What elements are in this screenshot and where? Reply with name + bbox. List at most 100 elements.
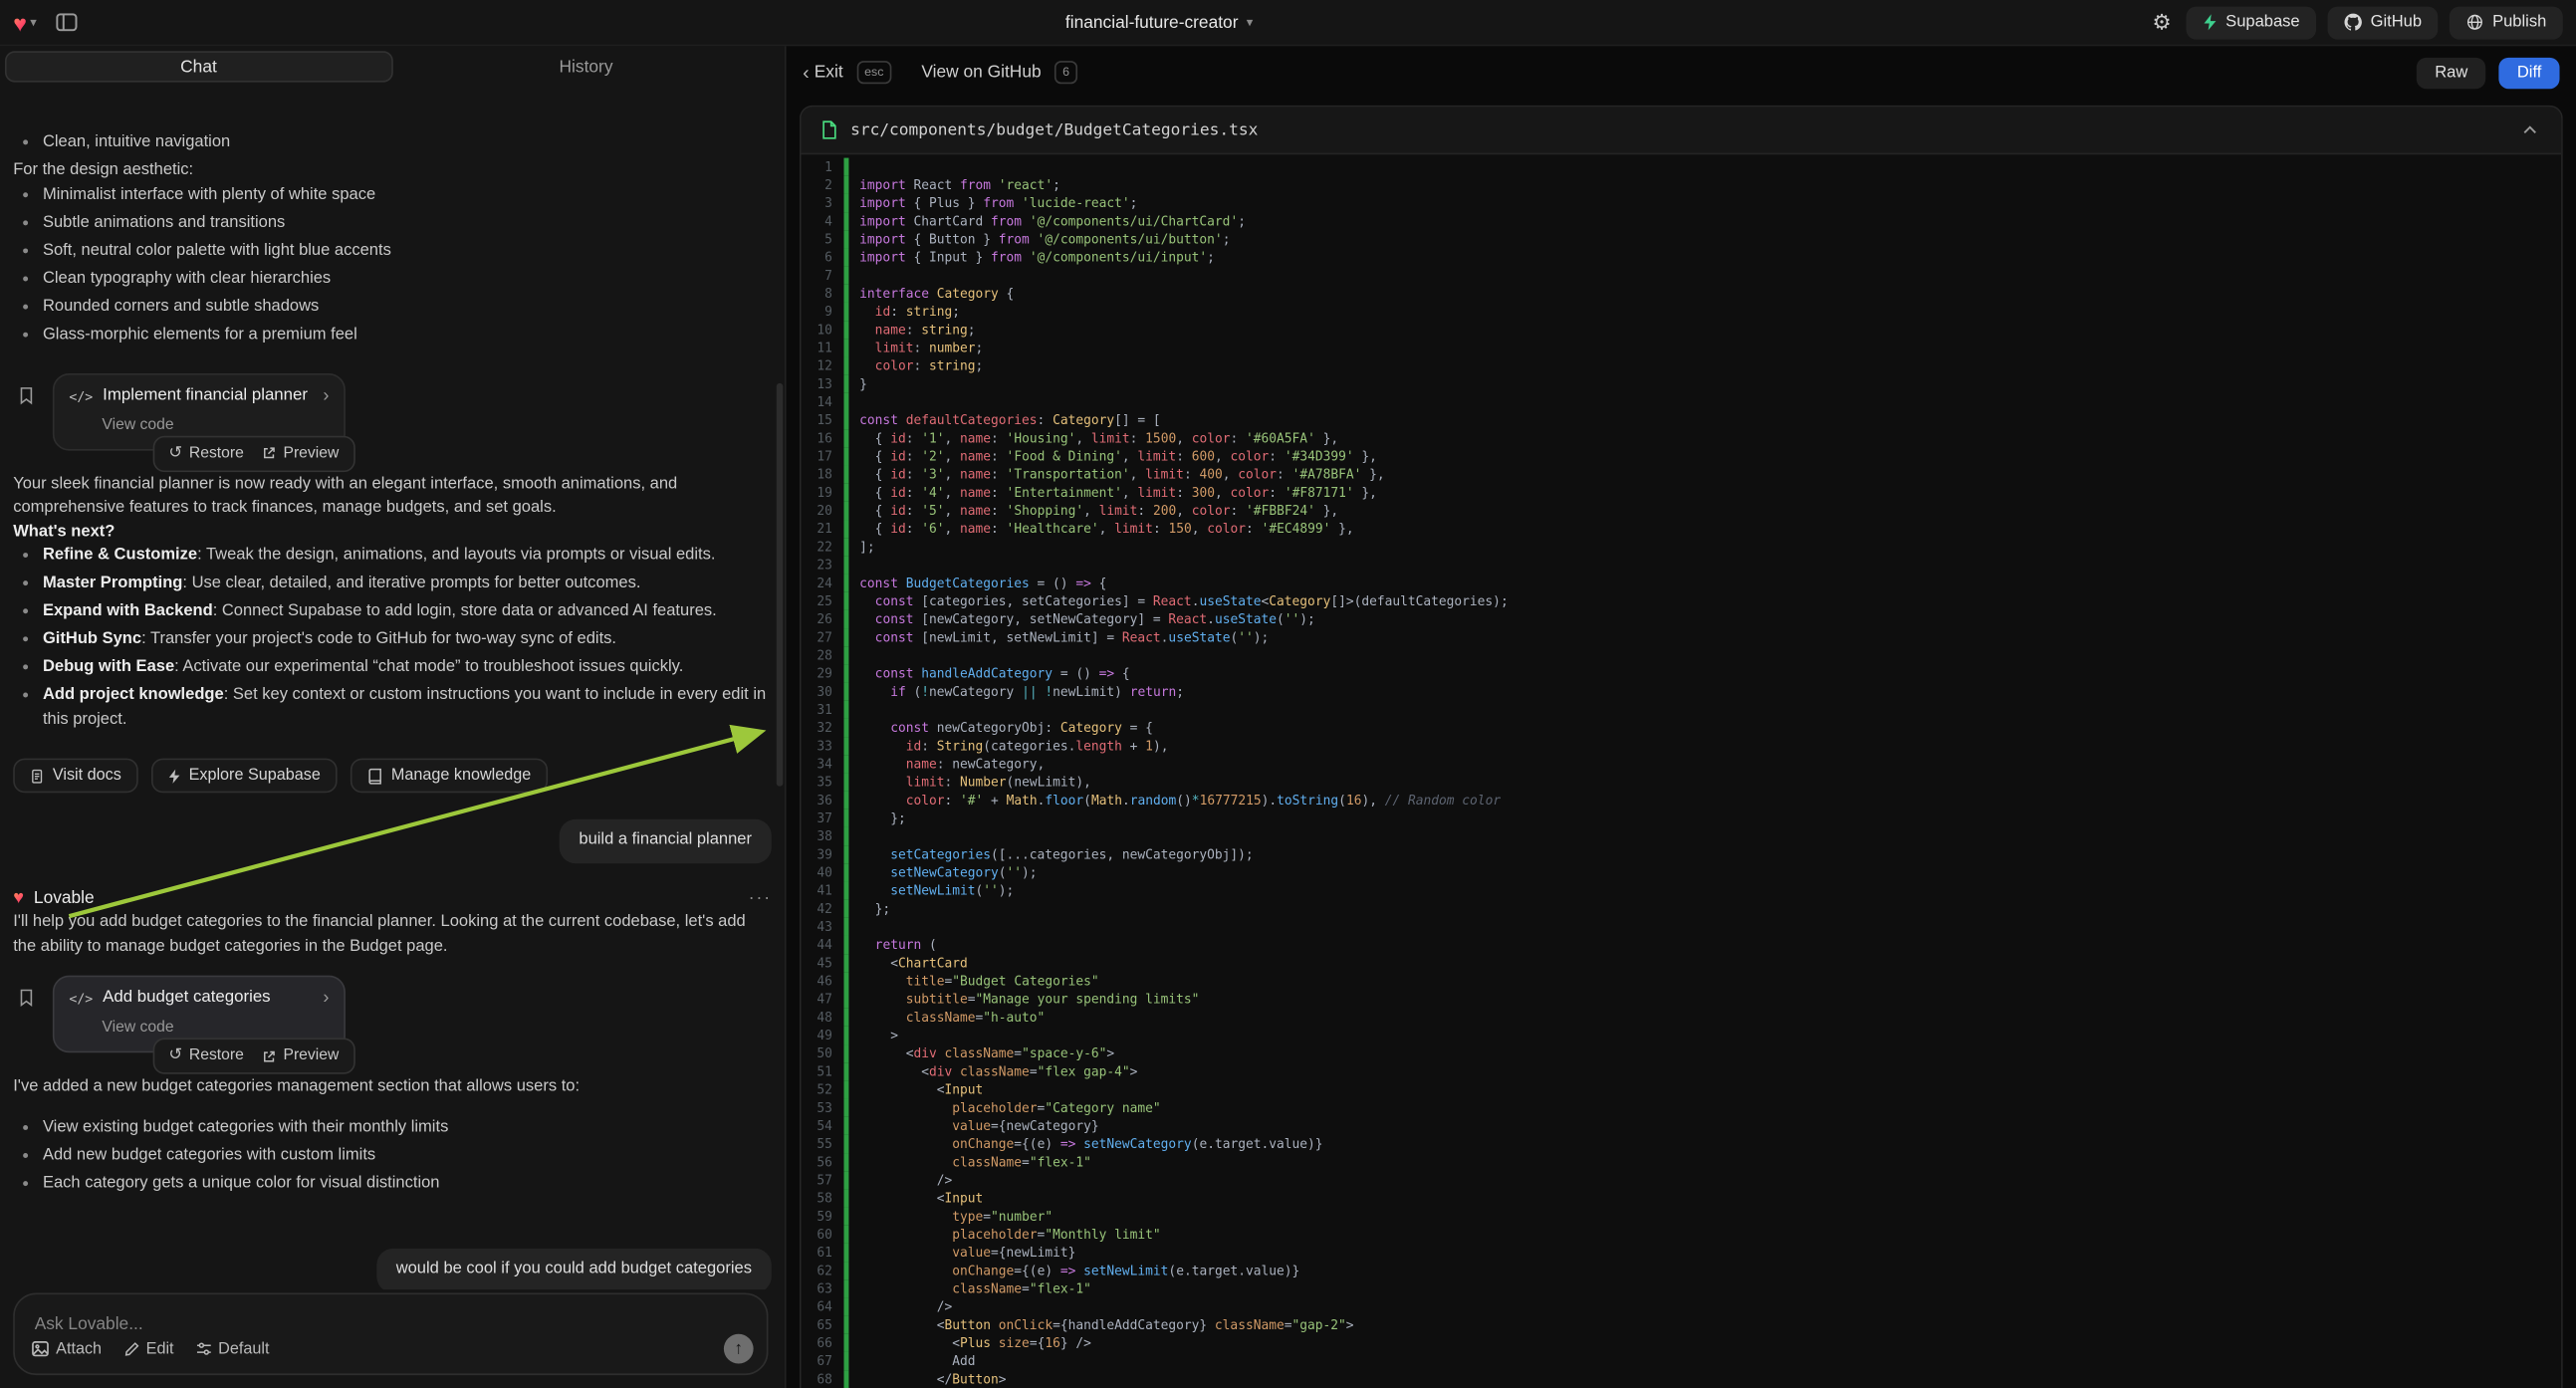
external-link-icon bbox=[262, 446, 277, 461]
assistant-name: Lovable bbox=[34, 886, 95, 911]
list-item: Add new budget categories with custom li… bbox=[43, 1144, 772, 1168]
list-item: Clean, intuitive navigation bbox=[43, 131, 772, 155]
diff-toggle-button[interactable]: Diff bbox=[2499, 57, 2560, 88]
visit-docs-button[interactable]: Visit docs bbox=[13, 759, 137, 794]
code-line: 44 return ( bbox=[802, 936, 2562, 954]
preview-button[interactable]: Preview bbox=[262, 442, 339, 465]
version-card-title: Implement financial planner bbox=[103, 385, 313, 409]
code-line: 9 id: string; bbox=[802, 303, 2562, 321]
view-on-github-link[interactable]: View on GitHub bbox=[921, 63, 1041, 83]
globe-icon bbox=[2466, 13, 2484, 31]
chevron-down-icon: ▾ bbox=[1247, 15, 1254, 30]
code-line: 42 }; bbox=[802, 900, 2562, 918]
code-line: 61 value={newLimit} bbox=[802, 1244, 2562, 1262]
whats-next-heading: What's next? bbox=[13, 521, 772, 545]
raw-toggle-button[interactable]: Raw bbox=[2417, 57, 2485, 88]
composer: Attach Edit Default ↑ bbox=[13, 1292, 768, 1375]
code-line: 40 setNewCategory(''); bbox=[802, 863, 2562, 881]
list-item: Add project knowledge: Set key context o… bbox=[43, 684, 772, 732]
list-item: Expand with Backend: Connect Supabase to… bbox=[43, 600, 772, 624]
list-item: Subtle animations and transitions bbox=[43, 211, 772, 235]
chat-tabs: Chat History bbox=[5, 51, 780, 82]
code-toolbar: ‹ Exit esc View on GitHub 6 Raw Diff bbox=[787, 46, 2576, 99]
view-code-link[interactable]: View code bbox=[102, 414, 329, 437]
code-panel: ‹ Exit esc View on GitHub 6 Raw Diff src… bbox=[787, 46, 2576, 1388]
preview-button[interactable]: Preview bbox=[262, 1044, 339, 1067]
list-item: Glass-morphic elements for a premium fee… bbox=[43, 324, 772, 347]
view-code-link[interactable]: View code bbox=[102, 1017, 329, 1040]
file-path: src/components/budget/BudgetCategories.t… bbox=[850, 120, 2505, 138]
tab-chat[interactable]: Chat bbox=[5, 51, 392, 82]
code-line: 12 color: string; bbox=[802, 356, 2562, 374]
publish-button[interactable]: Publish bbox=[2450, 6, 2563, 39]
project-switcher[interactable]: financial-future-creator ▾ bbox=[1065, 12, 1253, 32]
toggle-sidebar-button[interactable] bbox=[53, 10, 81, 35]
code-line: 50 <div className="space-y-6"> bbox=[802, 1044, 2562, 1062]
tab-history[interactable]: History bbox=[392, 51, 780, 82]
bookmark-icon[interactable] bbox=[17, 385, 37, 406]
list-item: Rounded corners and subtle shadows bbox=[43, 296, 772, 320]
app-window: ♥ ▾ financial-future-creator ▾ ⚙ Supabas… bbox=[0, 0, 2576, 1388]
code-line: 18 { id: '3', name: 'Transportation', li… bbox=[802, 466, 2562, 484]
code-line: 62 onChange={(e) => setNewLimit(e.target… bbox=[802, 1262, 2562, 1279]
list-item: View existing budget categories with the… bbox=[43, 1116, 772, 1140]
user-message-bubble: build a financial planner bbox=[560, 819, 772, 863]
version-card-title: Add budget categories bbox=[103, 988, 313, 1012]
gear-icon: ⚙ bbox=[2152, 9, 2171, 35]
code-line: 54 value={newCategory} bbox=[802, 1117, 2562, 1135]
attach-button[interactable]: Attach bbox=[31, 1340, 102, 1358]
restore-button[interactable]: ↺ Restore bbox=[168, 442, 243, 465]
code-line: 22]; bbox=[802, 538, 2562, 556]
external-link-icon bbox=[262, 1048, 277, 1063]
code-line: 34 name: newCategory, bbox=[802, 755, 2562, 773]
user-message: build a financial planner bbox=[13, 819, 772, 863]
code-line: 23 bbox=[802, 556, 2562, 574]
user-message-bubble: would be cool if you could add budget ca… bbox=[376, 1249, 772, 1289]
code-line: 56 className="flex-1" bbox=[802, 1153, 2562, 1171]
next-steps-list: Refine & Customize: Tweak the design, an… bbox=[13, 545, 772, 732]
edit-button[interactable]: Edit bbox=[123, 1340, 174, 1358]
top-bar: ♥ ▾ financial-future-creator ▾ ⚙ Supabas… bbox=[0, 0, 2576, 46]
exit-button[interactable]: ‹ Exit bbox=[803, 63, 842, 83]
lovable-logo-menu[interactable]: ♥ ▾ bbox=[13, 11, 37, 34]
code-line: 52 <Input bbox=[802, 1080, 2562, 1098]
code-line: 6import { Input } from '@/components/ui/… bbox=[802, 248, 2562, 266]
code-line: 28 bbox=[802, 646, 2562, 664]
message-options-button[interactable]: ··· bbox=[749, 886, 772, 912]
code-line: 41 setNewLimit(''); bbox=[802, 881, 2562, 899]
chat-scrollbar[interactable] bbox=[777, 383, 784, 787]
bookmark-icon[interactable] bbox=[17, 988, 37, 1009]
supabase-bolt-icon bbox=[167, 768, 180, 785]
send-button[interactable]: ↑ bbox=[724, 1334, 754, 1364]
code-line: 67 Add bbox=[802, 1352, 2562, 1370]
version-card-row: </> Add budget categories › View code ↺ … bbox=[53, 976, 346, 1052]
code-line: 27 const [newLimit, setNewLimit] = React… bbox=[802, 628, 2562, 646]
arrow-up-icon: ↑ bbox=[734, 1339, 743, 1359]
design-intro: For the design aesthetic: bbox=[13, 159, 772, 183]
restore-button[interactable]: ↺ Restore bbox=[168, 1044, 243, 1067]
assistant-summary: Your sleek financial planner is now read… bbox=[13, 473, 772, 521]
list-item: Each category gets a unique color for vi… bbox=[43, 1172, 772, 1196]
added-summary: I've added a new budget categories manag… bbox=[13, 1075, 772, 1099]
list-item: Soft, neutral color palette with light b… bbox=[43, 239, 772, 263]
code-line: 35 limit: Number(newLimit), bbox=[802, 773, 2562, 791]
code-line: 20 { id: '5', name: 'Shopping', limit: 2… bbox=[802, 502, 2562, 520]
code-line: 14 bbox=[802, 393, 2562, 411]
github-icon bbox=[2344, 13, 2362, 31]
lovable-heart-icon: ♥ bbox=[13, 11, 27, 34]
chat-mode-selector[interactable]: Default bbox=[195, 1340, 269, 1358]
manage-knowledge-button[interactable]: Manage knowledge bbox=[351, 759, 548, 794]
sliders-icon bbox=[195, 1340, 212, 1357]
github-button[interactable]: GitHub bbox=[2328, 6, 2439, 39]
supabase-button[interactable]: Supabase bbox=[2187, 6, 2317, 39]
settings-button[interactable]: ⚙ bbox=[2149, 6, 2175, 39]
chat-input[interactable] bbox=[35, 1314, 747, 1334]
code-line: 15const defaultCategories: Category[] = … bbox=[802, 411, 2562, 429]
list-item: Debug with Ease: Activate our experiment… bbox=[43, 656, 772, 680]
list-item: Clean typography with clear hierarchies bbox=[43, 267, 772, 291]
code-line: 1 bbox=[802, 158, 2562, 176]
collapse-file-button[interactable] bbox=[2518, 120, 2541, 140]
code-line: 39 setCategories([...categories, newCate… bbox=[802, 845, 2562, 863]
explore-supabase-button[interactable]: Explore Supabase bbox=[151, 759, 338, 794]
code-icon: </> bbox=[69, 387, 93, 406]
